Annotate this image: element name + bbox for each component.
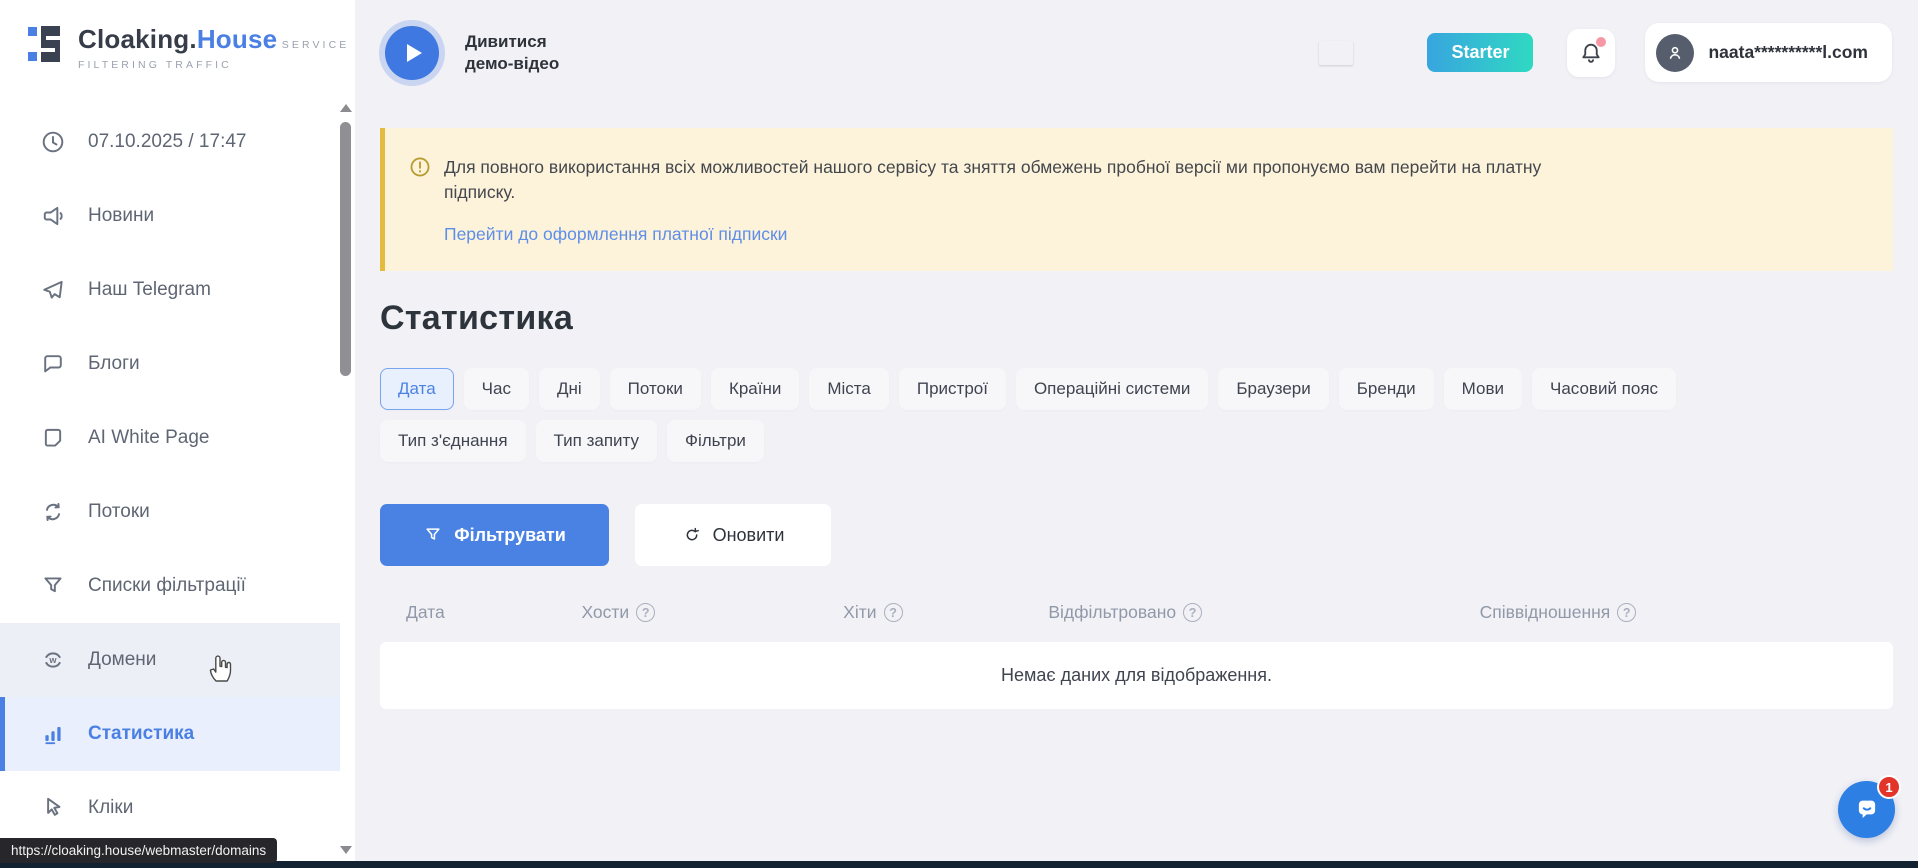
sidebar: Cloaking.House SERVICE FILTERING TRAFFIC… [0,0,355,868]
page-icon [40,425,66,451]
topbar: Дивитися демо-відео Starter naata*******… [355,0,1918,105]
chat-bubble-icon [40,351,66,377]
tab-days[interactable]: Дні [539,368,600,410]
tab-countries[interactable]: Країни [711,368,799,410]
sidebar-item-telegram[interactable]: Наш Telegram [0,253,340,327]
funnel-icon [423,525,443,545]
help-icon[interactable]: ? [1617,603,1636,622]
warning-icon [409,156,431,247]
chat-unread-badge: 1 [1877,775,1901,799]
notifications-button[interactable] [1567,29,1615,77]
tab-time[interactable]: Час [464,368,529,410]
sidebar-item-ai-white-page[interactable]: AI White Page [0,401,340,475]
sidebar-item-blogs[interactable]: Блоги [0,327,340,401]
user-email: naata**********l.com [1708,42,1868,63]
megaphone-icon [40,203,66,229]
sidebar-item-label: Наш Telegram [88,279,211,301]
sidebar-item-label: Новини [88,205,154,227]
sync-icon [40,499,66,525]
sidebar-item-label: Кліки [88,797,133,819]
tab-timezone[interactable]: Часовий пояс [1532,368,1676,410]
tab-languages[interactable]: Мови [1444,368,1522,410]
tab-cities[interactable]: Міста [809,368,889,410]
trial-warning-banner: Для повного використання всіх можливосте… [380,128,1893,271]
logo-title: Cloaking.House [78,24,277,54]
svg-text:w: w [48,655,57,665]
sidebar-nav: 07.10.2025 / 17:47 Новини Наш Telegram Б… [0,105,340,845]
tab-browsers[interactable]: Браузери [1218,368,1328,410]
tab-request-type[interactable]: Тип запиту [536,420,658,462]
sidebar-item-label: Потоки [88,501,150,523]
refresh-button[interactable]: Оновити [635,504,831,566]
user-avatar-icon [1656,34,1694,72]
demo-video-button[interactable]: Дивитися демо-відео [385,26,559,80]
cursor-icon [40,795,66,821]
empty-state-card: Немає даних для відображення. [380,642,1893,709]
bar-chart-icon [40,721,66,747]
tab-brands[interactable]: Бренди [1339,368,1434,410]
demo-video-label: Дивитися демо-відео [465,31,559,74]
sidebar-item-filter-lists[interactable]: Списки фільтрації [0,549,340,623]
tab-date[interactable]: Дата [380,368,454,410]
webmaster-icon: w [40,647,66,673]
sidebar-item-label: Блоги [88,353,140,375]
scrollbar-thumb[interactable] [340,122,351,376]
subscribe-link[interactable]: Перейти до оформлення платної підписки [444,224,787,245]
clock-icon [40,129,66,155]
logo-mark-icon [28,24,66,64]
page-title: Статистика [380,299,1893,338]
funnel-icon [40,573,66,599]
scroll-up-arrow[interactable] [340,104,352,112]
filter-button[interactable]: Фільтрувати [380,504,609,566]
sidebar-item-streams[interactable]: Потоки [0,475,340,549]
sidebar-item-domains[interactable]: w Домени [0,623,340,697]
tab-connection-type[interactable]: Тип з'єднання [380,420,526,462]
filter-tabs-row-2: Тип з'єднання Тип запиту Фільтри [380,420,1893,462]
sidebar-item-label: Статистика [88,723,194,745]
window-bottom-edge [0,861,1918,868]
banner-text: Для повного використання всіх можливосте… [444,155,1541,206]
col-hosts: Хости? [581,602,843,623]
tab-filters[interactable]: Фільтри [667,420,764,462]
sidebar-item-datetime[interactable]: 07.10.2025 / 17:47 [0,105,340,179]
plan-starter-button[interactable]: Starter [1427,33,1533,72]
sidebar-item-label: Домени [88,649,156,671]
notification-dot [1596,37,1606,47]
user-account-button[interactable]: naata**********l.com [1645,23,1892,82]
stats-table-header: Дата Хости? Хіти? Відфільтровано? Співві… [380,602,1893,623]
refresh-icon [682,525,702,545]
sidebar-scrollbar [339,104,353,860]
col-hits: Хіти? [843,602,1048,623]
sidebar-item-statistics[interactable]: Статистика [0,697,340,771]
tab-devices[interactable]: Пристрої [899,368,1006,410]
sidebar-item-label: AI White Page [88,427,209,449]
col-date: Дата [406,602,581,623]
sidebar-item-label: Списки фільтрації [88,575,246,597]
play-icon[interactable] [385,26,439,80]
tab-streams[interactable]: Потоки [610,368,701,410]
sidebar-item-label: 07.10.2025 / 17:47 [88,131,246,153]
status-url-tooltip: https://cloaking.house/webmaster/domains [0,838,277,863]
chat-widget-button[interactable]: 1 [1838,781,1895,838]
ukraine-flag-icon[interactable] [1319,41,1353,65]
empty-state-text: Немає даних для відображення. [1001,665,1272,686]
col-ratio: Співвідношення? [1480,602,1893,623]
help-icon[interactable]: ? [884,603,903,622]
sidebar-item-clicks[interactable]: Кліки [0,771,340,845]
scroll-down-arrow[interactable] [340,846,352,854]
help-icon[interactable]: ? [636,603,655,622]
main-content: Для повного використання всіх можливосте… [380,105,1893,709]
app-logo[interactable]: Cloaking.House SERVICE FILTERING TRAFFIC [0,0,355,73]
tab-operating-systems[interactable]: Операційні системи [1016,368,1208,410]
sidebar-item-news[interactable]: Новини [0,179,340,253]
chat-icon [1852,795,1882,825]
help-icon[interactable]: ? [1183,603,1202,622]
filter-tabs-row-1: Дата Час Дні Потоки Країни Міста Пристро… [380,368,1893,410]
paper-plane-icon [40,277,66,303]
col-filtered: Відфільтровано? [1048,602,1479,623]
